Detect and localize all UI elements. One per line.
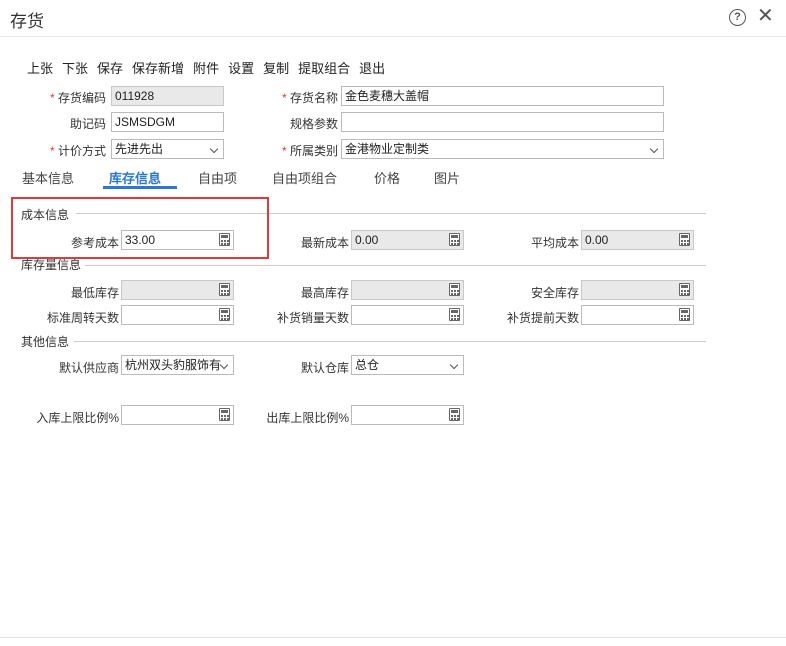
turnover-days-label: 标准周转天数 (46, 311, 119, 325)
replenish-sales-days-input[interactable] (351, 305, 464, 325)
tab-basic-info[interactable]: 基本信息 (22, 168, 74, 187)
calculator-icon[interactable] (219, 283, 230, 296)
calculator-icon[interactable] (449, 308, 460, 321)
out-ratio-input[interactable] (351, 405, 464, 425)
supplier-select[interactable]: 杭州双头豹服饰有 (121, 355, 234, 375)
tab-inventory-info[interactable]: 库存信息 (109, 168, 161, 187)
stock-section-title: 库存量信息 (21, 258, 82, 272)
min-stock-label: 最低库存 (70, 286, 119, 300)
warehouse-label: 默认仓库 (300, 361, 349, 375)
prev-button[interactable]: 上张 (27, 58, 53, 77)
tab-free-item[interactable]: 自由项 (198, 168, 237, 187)
calculator-icon[interactable] (219, 308, 230, 321)
spec-input[interactable] (341, 112, 664, 132)
safe-stock-input[interactable] (581, 280, 694, 300)
min-stock-input[interactable] (121, 280, 234, 300)
calculator-icon[interactable] (449, 283, 460, 296)
save-new-button[interactable]: 保存新增 (132, 58, 184, 77)
avg-cost-label: 平均成本 (530, 236, 579, 250)
close-icon[interactable]: ✕ (757, 5, 774, 27)
highlight-box (11, 197, 269, 259)
category-select[interactable]: 金港物业定制类 (341, 139, 664, 159)
name-label: 存货名称 (278, 89, 338, 106)
pricing-select[interactable]: 先进先出 (111, 139, 224, 159)
replenish-sales-days-label: 补货销量天数 (276, 311, 349, 325)
calculator-icon[interactable] (679, 308, 690, 321)
calculator-icon[interactable] (679, 233, 690, 246)
code-input[interactable]: 011928 (111, 86, 224, 106)
other-divider (74, 341, 706, 342)
latest-cost-label: 最新成本 (300, 236, 349, 250)
title-bar: 存货 ? ✕ (0, 0, 786, 37)
extract-combo-button[interactable]: 提取组合 (298, 58, 350, 77)
latest-cost-input[interactable]: 0.00 (351, 230, 464, 250)
safe-stock-label: 安全库存 (530, 286, 579, 300)
turnover-days-input[interactable] (121, 305, 234, 325)
max-stock-label: 最高库存 (300, 286, 349, 300)
code-label: 存货编码 (48, 89, 106, 106)
lead-days-label: 补货提前天数 (506, 311, 579, 325)
mnemonic-input[interactable]: JSMSDGM (111, 112, 224, 132)
help-icon[interactable]: ? (729, 9, 746, 26)
settings-button[interactable]: 设置 (228, 58, 254, 77)
next-button[interactable]: 下张 (62, 58, 88, 77)
exit-button[interactable]: 退出 (359, 58, 385, 77)
calculator-icon[interactable] (449, 408, 460, 421)
save-button[interactable]: 保存 (97, 58, 123, 77)
warehouse-select[interactable]: 总仓 (351, 355, 464, 375)
spec-label: 规格参数 (289, 117, 338, 131)
category-label: 所属类别 (278, 142, 338, 159)
lead-days-input[interactable] (581, 305, 694, 325)
name-input[interactable]: 金色麦穗大盖帽 (341, 86, 664, 106)
in-ratio-input[interactable] (121, 405, 234, 425)
calculator-icon[interactable] (449, 233, 460, 246)
max-stock-input[interactable] (351, 280, 464, 300)
pricing-label: 计价方式 (48, 142, 106, 159)
calculator-icon[interactable] (219, 408, 230, 421)
tab-free-item-combo[interactable]: 自由项组合 (272, 168, 337, 187)
in-ratio-label: 入库上限比例% (36, 411, 119, 425)
window-title: 存货 (10, 12, 44, 31)
avg-cost-input[interactable]: 0.00 (581, 230, 694, 250)
tab-image[interactable]: 图片 (434, 168, 460, 187)
toolbar: 上张 下张 保存 保存新增 附件 设置 复制 提取组合 退出 (27, 58, 394, 76)
supplier-label: 默认供应商 (58, 361, 119, 375)
calculator-icon[interactable] (679, 283, 690, 296)
attachment-button[interactable]: 附件 (193, 58, 219, 77)
mnemonic-label: 助记码 (69, 117, 106, 131)
copy-button[interactable]: 复制 (263, 58, 289, 77)
tab-price[interactable]: 价格 (374, 168, 400, 187)
active-tab-indicator (103, 186, 177, 189)
stock-divider (85, 265, 706, 266)
other-section-title: 其他信息 (21, 335, 70, 349)
out-ratio-label: 出库上限比例% (266, 411, 349, 425)
